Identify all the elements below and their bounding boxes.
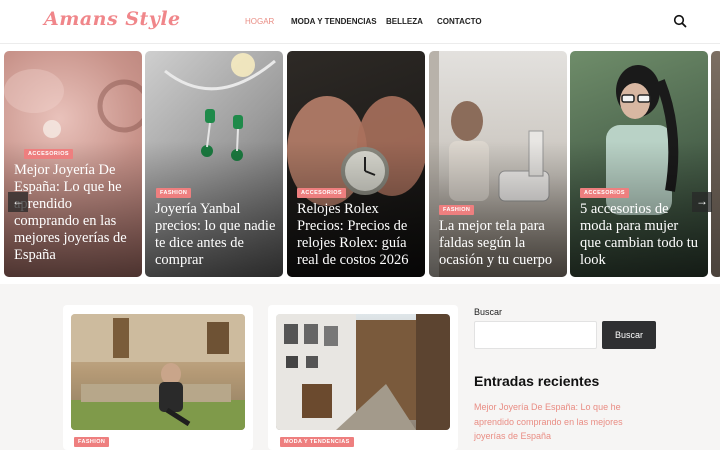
category-badge[interactable]: ACCESORIOS <box>24 149 73 159</box>
arrow-right-icon: → <box>696 194 708 208</box>
recent-posts-heading: Entradas recientes <box>474 373 600 389</box>
slide-title[interactable]: 5 accesorios de moda para mujer que camb… <box>580 201 702 269</box>
slider-prev-button[interactable]: ← <box>8 192 28 212</box>
search-label: Buscar <box>474 307 503 317</box>
nav-item-contacto[interactable]: CONTACTO <box>437 17 482 26</box>
category-badge[interactable]: MODA Y TENDENCIAS <box>280 437 354 447</box>
slider-next-button[interactable]: → <box>692 192 712 212</box>
category-badge[interactable]: ACCESORIOS <box>580 188 629 198</box>
search-button[interactable]: Buscar <box>602 321 656 349</box>
site-header: Amans Style HOGAR MODA Y TENDENCIAS BELL… <box>0 0 720 44</box>
slide-card[interactable]: FASHION Joyería Yanbal precios: lo que n… <box>145 51 283 277</box>
slide-card[interactable]: ACCESORIOS Mejor Joyería De España: Lo q… <box>4 51 142 277</box>
slide-title[interactable]: Mejor Joyería De España: Lo que he apren… <box>14 162 136 264</box>
nav-item-belleza[interactable]: BELLEZA <box>386 17 423 26</box>
nav-item-hogar[interactable]: HOGAR <box>245 17 274 26</box>
slide-card-partial[interactable] <box>711 51 720 277</box>
post-thumbnail[interactable] <box>71 314 245 430</box>
search-icon[interactable] <box>673 14 687 28</box>
sidebar-search-input[interactable] <box>474 321 597 349</box>
post-card[interactable]: FASHION <box>63 305 253 450</box>
post-image <box>276 314 450 430</box>
category-badge[interactable]: ACCESORIOS <box>297 188 346 198</box>
slide-title[interactable]: Relojes Rolex Precios: Precios de reloje… <box>297 201 419 269</box>
slide-title[interactable]: Joyería Yanbal precios: lo que nadie te … <box>155 201 277 269</box>
recent-post-link[interactable]: Mejor Joyería De España: Lo que he apren… <box>474 400 654 444</box>
slide-title[interactable]: La mejor tela para faldas según la ocasi… <box>439 218 561 269</box>
category-badge[interactable]: FASHION <box>74 437 110 447</box>
site-logo[interactable]: Amans Style <box>44 8 181 30</box>
category-badge[interactable]: FASHION <box>156 188 192 198</box>
arrow-left-icon: ← <box>12 194 24 208</box>
post-image <box>71 314 245 430</box>
post-card[interactable]: MODA Y TENDENCIAS <box>268 305 458 450</box>
slide-card[interactable]: FASHION La mejor tela para faldas según … <box>429 51 567 277</box>
slide-card[interactable]: ACCESORIOS 5 accesorios de moda para muj… <box>570 51 708 277</box>
slide-card[interactable]: ACCESORIOS Relojes Rolex Precios: Precio… <box>287 51 425 277</box>
nav-item-moda[interactable]: MODA Y TENDENCIAS <box>291 17 377 26</box>
post-thumbnail[interactable] <box>276 314 450 430</box>
category-badge[interactable]: FASHION <box>439 205 475 215</box>
featured-slider: ACCESORIOS Mejor Joyería De España: Lo q… <box>0 44 720 284</box>
